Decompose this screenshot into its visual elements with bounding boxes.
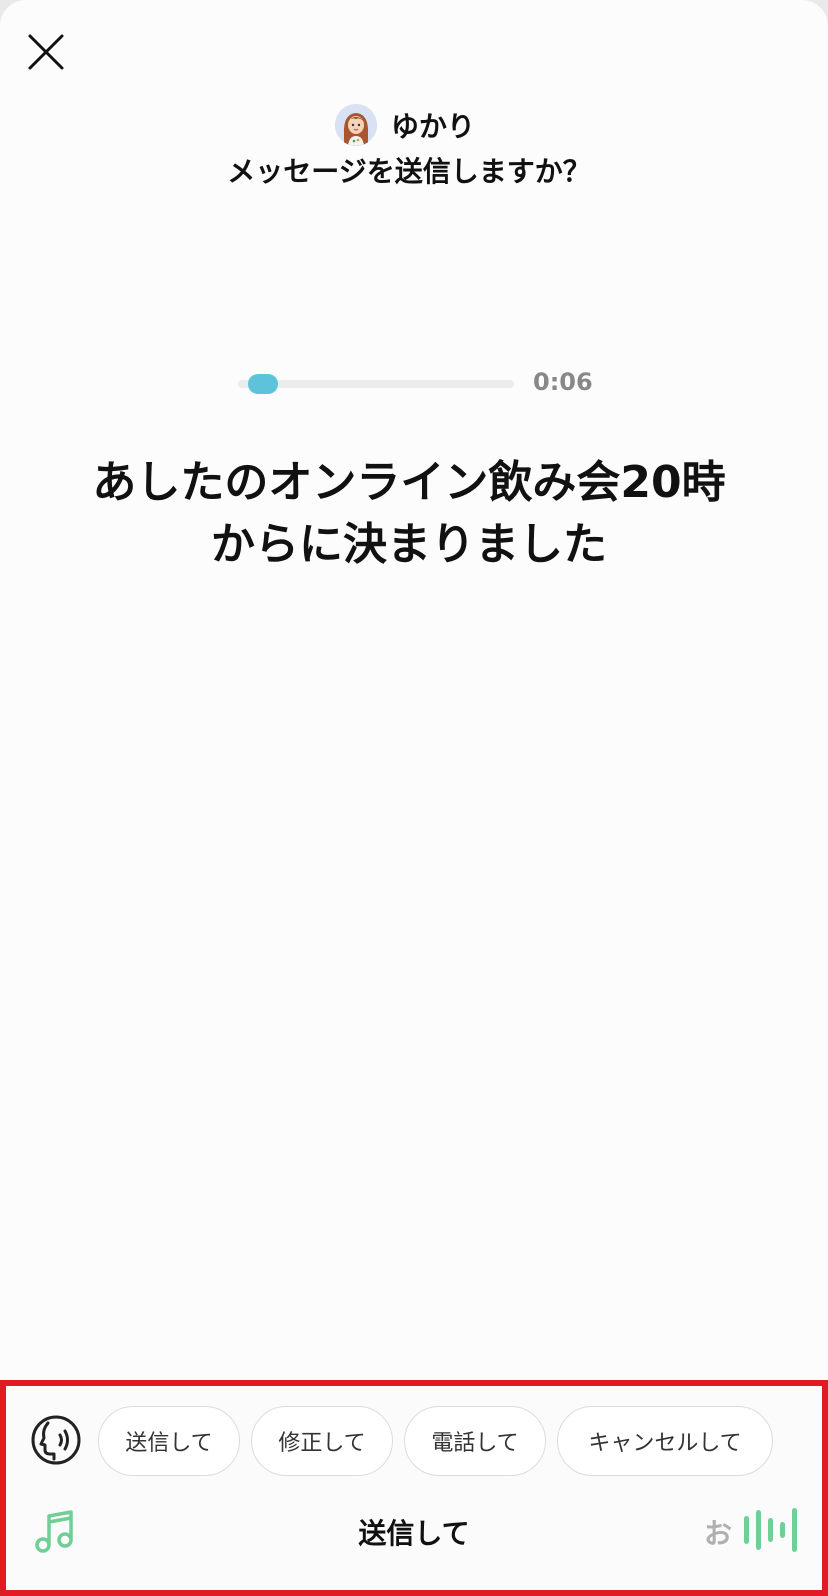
transcript-text: あしたのオンライン飲み会20時 からに決まりました: [40, 452, 778, 576]
playback-progress-bar[interactable]: [238, 374, 514, 394]
transcript-line-1: あしたのオンライン飲み会20時: [92, 457, 726, 508]
command-chip-cancel[interactable]: キャンセルして: [557, 1406, 773, 1476]
avatar: [334, 104, 377, 146]
contact-header: ゆかり: [0, 104, 828, 146]
command-chip-send[interactable]: 送信して: [98, 1406, 240, 1476]
close-icon[interactable]: [26, 32, 66, 72]
avatar-illustration: [334, 104, 377, 146]
playback-progress-knob[interactable]: [247, 374, 278, 394]
audio-level-icon: [744, 1508, 797, 1552]
voice-command-panel: 送信して 修正して 電話して キャンセルして 送信して お: [0, 1380, 828, 1596]
send-confirmation-prompt: メッセージを送信しますか？: [227, 155, 591, 188]
contact-name: ゆかり: [390, 110, 475, 143]
voice-message-screen: ゆかり メッセージを送信しますか？ 0:06 あしたのオンライン飲み会20時 か…: [0, 0, 828, 1596]
transcript-line-2: からに決まりました: [211, 519, 607, 570]
recognized-command: 送信して: [358, 1517, 470, 1550]
command-chip-edit[interactable]: 修正して: [251, 1406, 393, 1476]
input-mode-indicator: お: [704, 1517, 733, 1550]
speaking-head-icon[interactable]: [30, 1414, 82, 1466]
command-chip-call[interactable]: 電話して: [404, 1406, 546, 1476]
playback-time: 0:06: [533, 368, 593, 396]
